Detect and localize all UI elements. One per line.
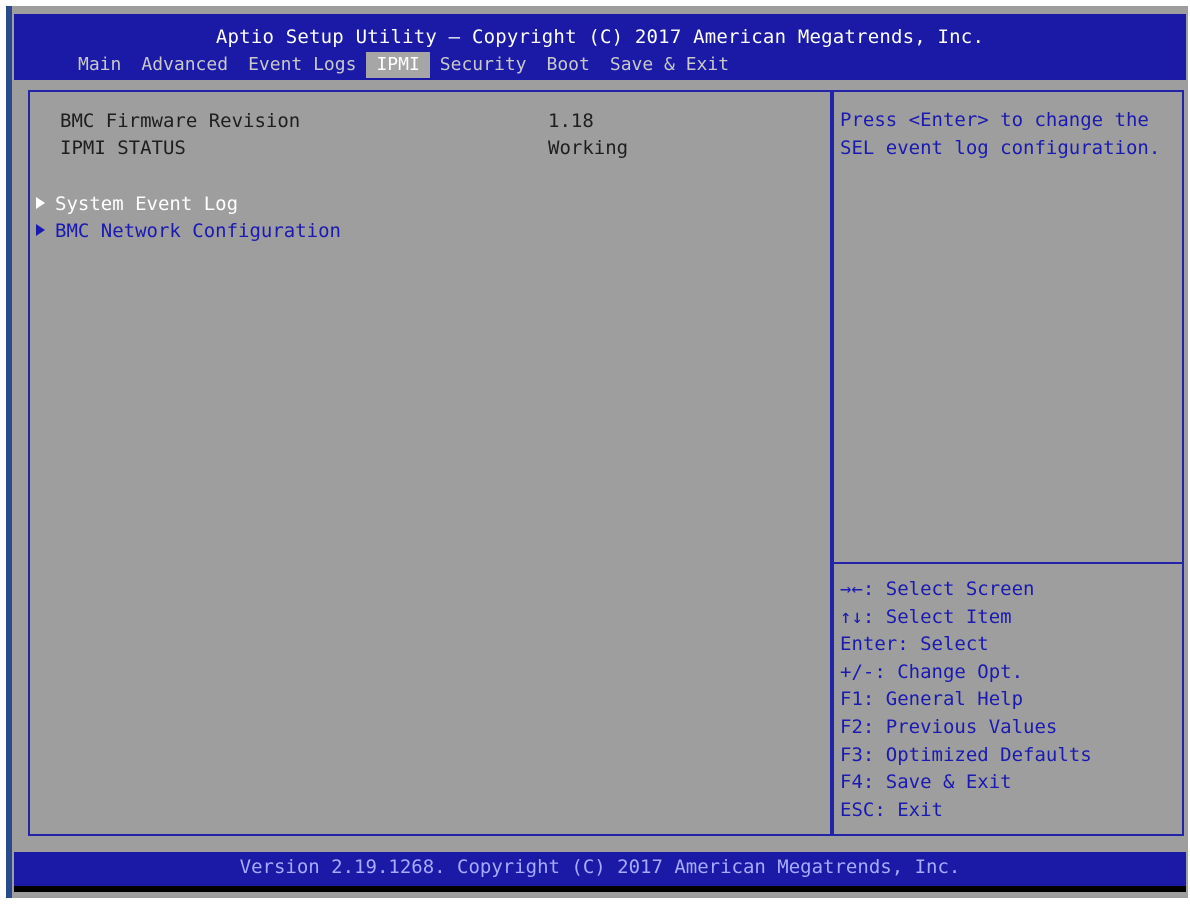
key-select-item: ↑↓: Select Item <box>840 605 1012 628</box>
help-description-line: SEL event log configuration. <box>840 137 1161 159</box>
submenu-bmc-network-configuration[interactable]: BMC Network Configuration <box>36 218 341 244</box>
bottom-rule <box>14 886 1186 892</box>
submenu-label: System Event Log <box>55 193 239 215</box>
help-description-line: Press <Enter> to change the <box>840 109 1149 131</box>
submenu-arrow-icon <box>36 224 45 236</box>
key-enter-select: Enter: Select <box>840 633 989 656</box>
ipmi-status-label: IPMI STATUS <box>60 137 186 159</box>
header-bar: Aptio Setup Utility – Copyright (C) 2017… <box>14 14 1186 80</box>
bmc-firmware-revision-value: 1.18 <box>548 110 594 132</box>
tab-save-exit[interactable]: Save & Exit <box>600 52 739 78</box>
tab-advanced[interactable]: Advanced <box>131 52 238 78</box>
utility-title: Aptio Setup Utility – Copyright (C) 2017… <box>215 26 985 48</box>
version-text: Version 2.19.1268. Copyright (C) 2017 Am… <box>239 856 961 878</box>
tab-security[interactable]: Security <box>430 52 537 78</box>
submenu-arrow-icon <box>36 197 45 209</box>
settings-panel: BMC Firmware Revision 1.18 IPMI STATUS W… <box>28 90 832 836</box>
help-description: Press <Enter> to change the SEL event log… <box>840 106 1176 162</box>
key-save-exit: F4: Save & Exit <box>840 771 1012 794</box>
tab-ipmi[interactable]: IPMI <box>366 52 430 78</box>
tab-bar: Main Advanced Event Logs IPMI Security B… <box>68 52 739 78</box>
tab-main[interactable]: Main <box>68 52 131 78</box>
help-panel: Press <Enter> to change the SEL event log… <box>832 90 1184 836</box>
tab-boot[interactable]: Boot <box>537 52 600 78</box>
key-legend: →←: Select Screen ↑↓: Select Item Enter:… <box>840 576 1092 824</box>
submenu-label: BMC Network Configuration <box>55 220 341 242</box>
ipmi-status-value: Working <box>548 137 629 159</box>
key-esc-exit: ESC: Exit <box>840 798 943 821</box>
key-select-screen: →←: Select Screen <box>840 578 1035 600</box>
submenu-system-event-log[interactable]: System Event Log <box>36 191 238 217</box>
key-optimized-defaults: F3: Optimized Defaults <box>840 743 1092 766</box>
footer-bar: Version 2.19.1268. Copyright (C) 2017 Am… <box>14 852 1186 886</box>
key-change-opt: +/-: Change Opt. <box>840 660 1024 683</box>
key-general-help: F1: General Help <box>840 688 1024 711</box>
bmc-firmware-revision-label: BMC Firmware Revision <box>60 110 301 132</box>
key-previous-values: F2: Previous Values <box>840 715 1058 738</box>
tab-event-logs[interactable]: Event Logs <box>238 52 366 78</box>
help-divider <box>834 562 1182 564</box>
